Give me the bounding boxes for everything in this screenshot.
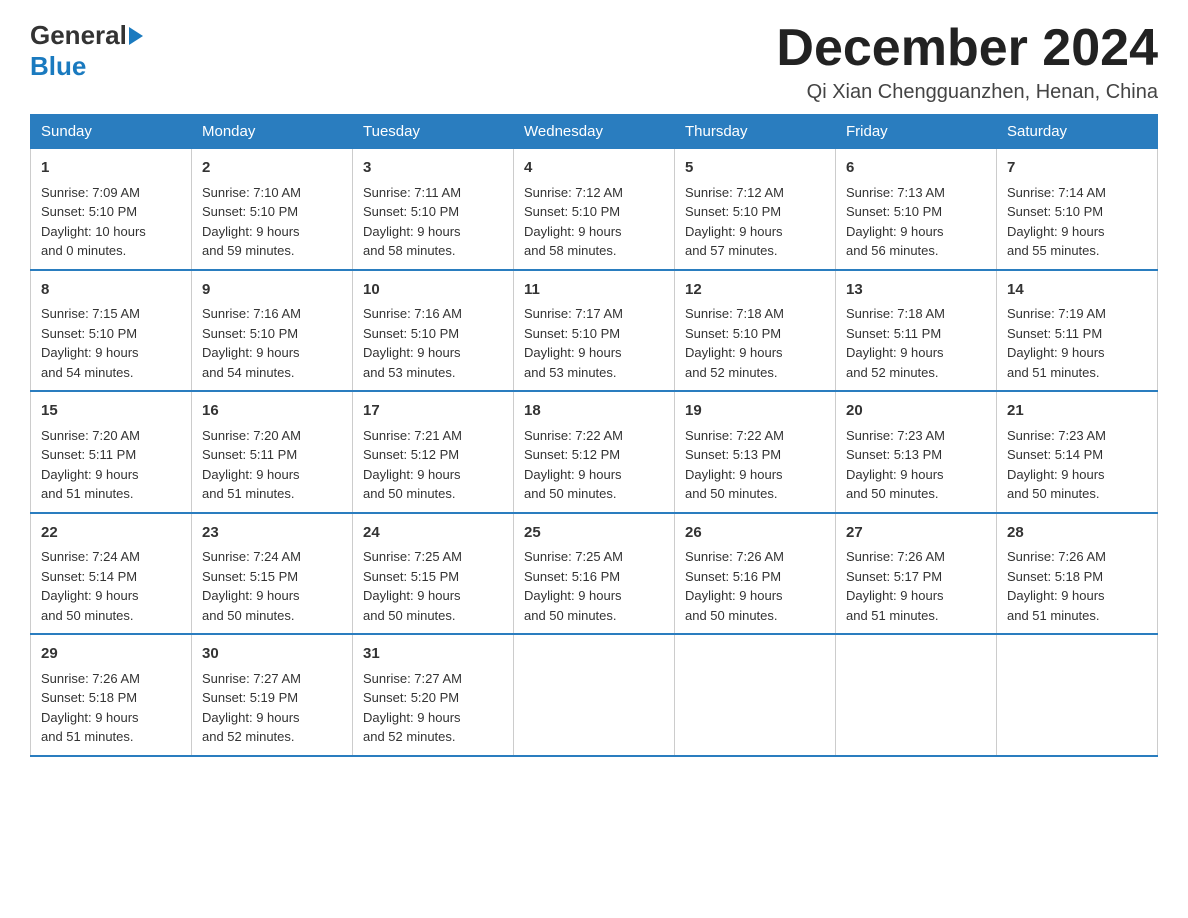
calendar-header: Sunday Monday Tuesday Wednesday Thursday… [31, 115, 1158, 149]
calendar-day-cell: 1Sunrise: 7:09 AMSunset: 5:10 PMDaylight… [31, 149, 192, 270]
calendar-day-cell [997, 634, 1158, 756]
day-number: 6 [846, 157, 986, 180]
day-number: 16 [202, 400, 342, 423]
day-number: 25 [524, 522, 664, 545]
header-row: Sunday Monday Tuesday Wednesday Thursday… [31, 115, 1158, 149]
header-friday: Friday [836, 115, 997, 149]
day-number: 14 [1007, 279, 1147, 302]
calendar-day-cell: 25Sunrise: 7:25 AMSunset: 5:16 PMDayligh… [514, 513, 675, 635]
calendar-day-cell: 3Sunrise: 7:11 AMSunset: 5:10 PMDaylight… [353, 149, 514, 270]
calendar-week-row: 22Sunrise: 7:24 AMSunset: 5:14 PMDayligh… [31, 513, 1158, 635]
header-saturday: Saturday [997, 115, 1158, 149]
calendar-body: 1Sunrise: 7:09 AMSunset: 5:10 PMDaylight… [31, 149, 1158, 756]
calendar-day-cell [514, 634, 675, 756]
day-number: 21 [1007, 400, 1147, 423]
calendar-day-cell: 11Sunrise: 7:17 AMSunset: 5:10 PMDayligh… [514, 270, 675, 392]
calendar-day-cell: 26Sunrise: 7:26 AMSunset: 5:16 PMDayligh… [675, 513, 836, 635]
calendar-day-cell: 5Sunrise: 7:12 AMSunset: 5:10 PMDaylight… [675, 149, 836, 270]
calendar-day-cell: 19Sunrise: 7:22 AMSunset: 5:13 PMDayligh… [675, 391, 836, 513]
calendar-day-cell: 8Sunrise: 7:15 AMSunset: 5:10 PMDaylight… [31, 270, 192, 392]
day-number: 12 [685, 279, 825, 302]
calendar-day-cell: 17Sunrise: 7:21 AMSunset: 5:12 PMDayligh… [353, 391, 514, 513]
header-wednesday: Wednesday [514, 115, 675, 149]
day-number: 29 [41, 643, 181, 666]
day-number: 9 [202, 279, 342, 302]
calendar-day-cell: 12Sunrise: 7:18 AMSunset: 5:10 PMDayligh… [675, 270, 836, 392]
logo-arrow-icon [129, 27, 143, 45]
calendar-day-cell: 30Sunrise: 7:27 AMSunset: 5:19 PMDayligh… [192, 634, 353, 756]
logo: General Blue [30, 20, 143, 82]
calendar-day-cell: 22Sunrise: 7:24 AMSunset: 5:14 PMDayligh… [31, 513, 192, 635]
day-number: 7 [1007, 157, 1147, 180]
day-number: 1 [41, 157, 181, 180]
calendar-day-cell: 13Sunrise: 7:18 AMSunset: 5:11 PMDayligh… [836, 270, 997, 392]
day-number: 27 [846, 522, 986, 545]
day-number: 26 [685, 522, 825, 545]
calendar-week-row: 29Sunrise: 7:26 AMSunset: 5:18 PMDayligh… [31, 634, 1158, 756]
calendar-table: Sunday Monday Tuesday Wednesday Thursday… [30, 114, 1158, 757]
month-title: December 2024 [776, 20, 1158, 77]
calendar-week-row: 15Sunrise: 7:20 AMSunset: 5:11 PMDayligh… [31, 391, 1158, 513]
day-number: 10 [363, 279, 503, 302]
day-number: 13 [846, 279, 986, 302]
day-number: 18 [524, 400, 664, 423]
calendar-day-cell: 21Sunrise: 7:23 AMSunset: 5:14 PMDayligh… [997, 391, 1158, 513]
calendar-day-cell: 18Sunrise: 7:22 AMSunset: 5:12 PMDayligh… [514, 391, 675, 513]
calendar-day-cell: 23Sunrise: 7:24 AMSunset: 5:15 PMDayligh… [192, 513, 353, 635]
page-header: General Blue December 2024 Qi Xian Cheng… [30, 20, 1158, 104]
day-number: 3 [363, 157, 503, 180]
header-thursday: Thursday [675, 115, 836, 149]
calendar-week-row: 8Sunrise: 7:15 AMSunset: 5:10 PMDaylight… [31, 270, 1158, 392]
day-number: 17 [363, 400, 503, 423]
day-number: 28 [1007, 522, 1147, 545]
calendar-day-cell: 6Sunrise: 7:13 AMSunset: 5:10 PMDaylight… [836, 149, 997, 270]
calendar-day-cell: 4Sunrise: 7:12 AMSunset: 5:10 PMDaylight… [514, 149, 675, 270]
header-tuesday: Tuesday [353, 115, 514, 149]
day-number: 2 [202, 157, 342, 180]
day-number: 20 [846, 400, 986, 423]
day-number: 19 [685, 400, 825, 423]
header-monday: Monday [192, 115, 353, 149]
location-subtitle: Qi Xian Chengguanzhen, Henan, China [776, 81, 1158, 104]
calendar-day-cell [675, 634, 836, 756]
calendar-day-cell: 28Sunrise: 7:26 AMSunset: 5:18 PMDayligh… [997, 513, 1158, 635]
day-number: 5 [685, 157, 825, 180]
title-block: December 2024 Qi Xian Chengguanzhen, Hen… [776, 20, 1158, 104]
calendar-day-cell: 24Sunrise: 7:25 AMSunset: 5:15 PMDayligh… [353, 513, 514, 635]
calendar-week-row: 1Sunrise: 7:09 AMSunset: 5:10 PMDaylight… [31, 149, 1158, 270]
day-number: 11 [524, 279, 664, 302]
calendar-day-cell: 27Sunrise: 7:26 AMSunset: 5:17 PMDayligh… [836, 513, 997, 635]
calendar-day-cell: 20Sunrise: 7:23 AMSunset: 5:13 PMDayligh… [836, 391, 997, 513]
calendar-day-cell: 31Sunrise: 7:27 AMSunset: 5:20 PMDayligh… [353, 634, 514, 756]
calendar-day-cell: 9Sunrise: 7:16 AMSunset: 5:10 PMDaylight… [192, 270, 353, 392]
calendar-day-cell: 10Sunrise: 7:16 AMSunset: 5:10 PMDayligh… [353, 270, 514, 392]
logo-blue-text: Blue [30, 51, 86, 82]
day-number: 23 [202, 522, 342, 545]
header-sunday: Sunday [31, 115, 192, 149]
day-number: 4 [524, 157, 664, 180]
calendar-day-cell: 29Sunrise: 7:26 AMSunset: 5:18 PMDayligh… [31, 634, 192, 756]
logo-general-text: General [30, 20, 127, 51]
day-number: 22 [41, 522, 181, 545]
day-number: 30 [202, 643, 342, 666]
day-number: 8 [41, 279, 181, 302]
day-number: 15 [41, 400, 181, 423]
calendar-day-cell: 2Sunrise: 7:10 AMSunset: 5:10 PMDaylight… [192, 149, 353, 270]
day-number: 31 [363, 643, 503, 666]
calendar-day-cell: 15Sunrise: 7:20 AMSunset: 5:11 PMDayligh… [31, 391, 192, 513]
calendar-day-cell: 7Sunrise: 7:14 AMSunset: 5:10 PMDaylight… [997, 149, 1158, 270]
calendar-day-cell: 16Sunrise: 7:20 AMSunset: 5:11 PMDayligh… [192, 391, 353, 513]
calendar-day-cell: 14Sunrise: 7:19 AMSunset: 5:11 PMDayligh… [997, 270, 1158, 392]
day-number: 24 [363, 522, 503, 545]
calendar-day-cell [836, 634, 997, 756]
